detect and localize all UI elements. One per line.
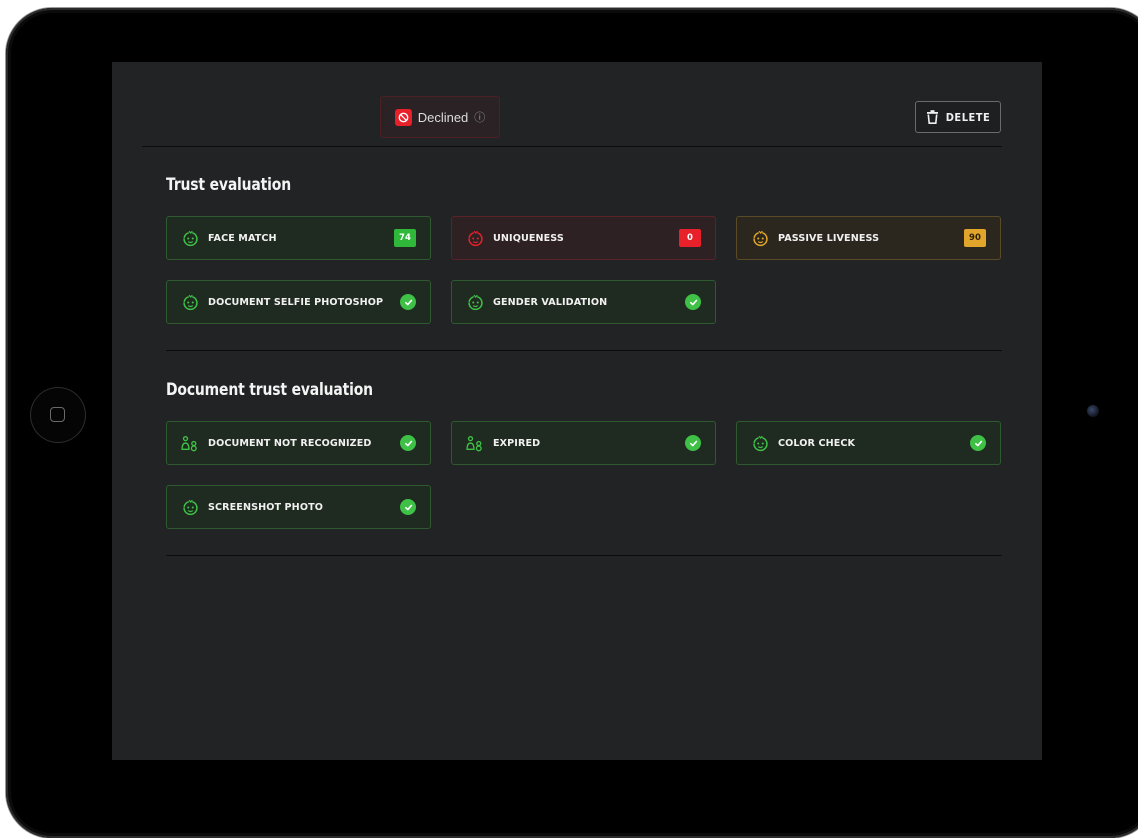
status-badge[interactable]: Declined ⓘ (380, 96, 500, 138)
home-button[interactable] (30, 387, 86, 443)
section-title-trust: Trust evaluation (166, 175, 291, 195)
check-card-label: UNIQUENESS (493, 232, 564, 244)
check-card-passive-liveness[interactable]: PASSIVE LIVENESS 90 (736, 216, 1001, 260)
face-icon (181, 498, 199, 516)
face-icon (466, 293, 484, 311)
check-circle-icon (970, 435, 986, 451)
check-card-label: COLOR CHECK (778, 437, 856, 449)
check-card-label: EXPIRED (493, 437, 541, 449)
home-square-icon (50, 407, 65, 422)
check-circle-icon (685, 435, 701, 451)
check-card-label: GENDER VALIDATION (493, 296, 608, 308)
check-card-label: DOCUMENT SELFIE PHOTOSHOP (208, 296, 384, 308)
section-divider (166, 555, 1002, 556)
score-badge: 74 (394, 229, 416, 247)
delete-label: DELETE (945, 110, 991, 124)
ban-icon (394, 108, 412, 126)
check-card-color-check[interactable]: COLOR CHECK (736, 421, 1001, 465)
status-label: Declined (417, 109, 469, 125)
face-icon (751, 434, 769, 452)
check-circle-icon (400, 499, 416, 515)
check-card-label: FACE MATCH (208, 232, 277, 244)
check-card-label: SCREENSHOT PHOTO (208, 501, 323, 513)
check-circle-icon (685, 294, 701, 310)
score-badge: 0 (679, 229, 701, 247)
score-badge: 90 (964, 229, 986, 247)
check-card-document-selfie-photoshop[interactable]: DOCUMENT SELFIE PHOTOSHOP (166, 280, 431, 324)
face-icon (466, 229, 484, 247)
check-card-face-match[interactable]: FACE MATCH 74 (166, 216, 431, 260)
section-divider (166, 350, 1002, 351)
check-card-uniqueness[interactable]: UNIQUENESS 0 (451, 216, 716, 260)
face-icon (751, 229, 769, 247)
face-icon (181, 293, 199, 311)
section-title-document-trust: Document trust evaluation (166, 380, 373, 400)
person-id-icon (181, 434, 199, 452)
check-card-expired[interactable]: EXPIRED (451, 421, 716, 465)
info-icon[interactable]: ⓘ (474, 109, 485, 125)
check-circle-icon (400, 294, 416, 310)
check-circle-icon (400, 435, 416, 451)
check-card-gender-validation[interactable]: GENDER VALIDATION (451, 280, 716, 324)
person-id-icon (466, 434, 484, 452)
top-bar: Declined ⓘ DELETE (142, 94, 1002, 147)
trash-icon (926, 110, 938, 124)
delete-button[interactable]: DELETE (915, 101, 1001, 133)
check-card-screenshot-photo[interactable]: SCREENSHOT PHOTO (166, 485, 431, 529)
check-card-document-not-recognized[interactable]: DOCUMENT NOT RECOGNIZED (166, 421, 431, 465)
face-icon (181, 229, 199, 247)
camera-icon (1087, 405, 1099, 417)
check-card-label: DOCUMENT NOT RECOGNIZED (208, 437, 372, 449)
check-card-label: PASSIVE LIVENESS (778, 232, 880, 244)
app-screen: Declined ⓘ DELETE Trust evaluation FACE … (112, 62, 1042, 760)
